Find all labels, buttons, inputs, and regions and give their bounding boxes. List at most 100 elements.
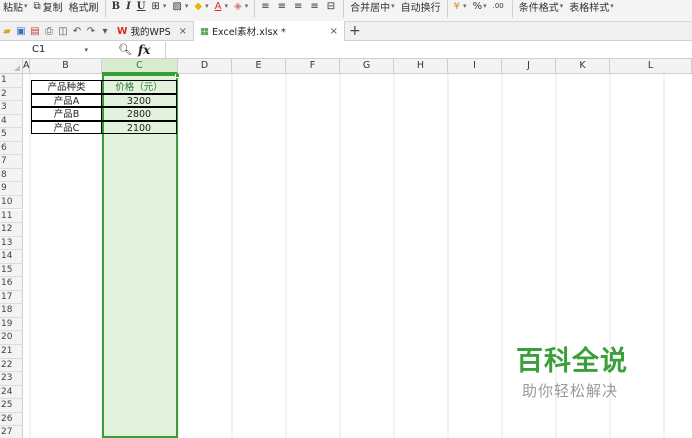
row-header-10[interactable]: 10 [0, 195, 23, 210]
percent-button[interactable]: % [470, 0, 490, 12]
column-header-b[interactable]: B [30, 59, 102, 74]
bold-button[interactable]: B [109, 0, 123, 12]
column-header-c[interactable]: C [102, 59, 178, 74]
formula-bar: C1 ▾ 🔍︎ fx [0, 41, 692, 59]
row-header-15[interactable]: 15 [0, 263, 23, 278]
align-center-button[interactable]: ≡ [275, 0, 291, 12]
select-all-corner[interactable] [0, 59, 23, 74]
align-left-button[interactable]: ≡ [258, 0, 274, 12]
column-header-l[interactable]: L [610, 59, 692, 74]
cell-c4[interactable]: 2800 [101, 107, 177, 121]
column-header-j[interactable]: J [502, 59, 556, 74]
wps-logo-icon: W [117, 25, 128, 37]
align-right-icon: ≡ [293, 0, 303, 12]
column-header-h[interactable]: H [394, 59, 448, 74]
row-header-4[interactable]: 4 [0, 114, 23, 129]
row-header-2[interactable]: 2 [0, 87, 23, 102]
row-header-7[interactable]: 7 [0, 155, 23, 169]
row-header-23[interactable]: 23 [0, 372, 23, 386]
row-header-20[interactable]: 20 [0, 331, 23, 345]
row-header-22[interactable]: 22 [0, 358, 23, 373]
row-header-13[interactable]: 13 [0, 236, 23, 251]
formula-tools: 🔍︎ fx [91, 43, 165, 57]
redo-icon[interactable]: ↷ [85, 24, 97, 38]
save-icon[interactable]: ▣ [15, 24, 27, 38]
row-header-1[interactable]: 1 [0, 74, 23, 88]
formula-input[interactable] [165, 41, 692, 58]
chevron-down-icon[interactable]: ▾ [84, 46, 88, 54]
distribute-icon: ⊟ [326, 0, 336, 12]
font-color-button[interactable]: A [212, 0, 231, 12]
tab-bar: ▰ ▣ ▤ ⎙ ◫ ↶ ↷ ▾ W 我的WPS × ▦ Excel素材.xlsx… [0, 21, 692, 41]
ribbon-divider [343, 0, 345, 18]
cell-c2[interactable]: 价格（元） [101, 80, 177, 94]
cell-b5[interactable]: 产品C [31, 120, 102, 135]
ribbon-divider [511, 0, 513, 18]
ribbon: 粘贴 ⧉复制 格式刷 B I U ⊞ ▨ ◆ A ◈ ≡ ≡ ≡ ≡ ⊟ 合并居… [0, 0, 692, 22]
copy-icon: ⧉ [33, 0, 41, 12]
zoom-icon[interactable]: 🔍︎ [118, 43, 132, 56]
row-header-3[interactable]: 3 [0, 101, 23, 115]
cell-c3[interactable]: 3200 [101, 93, 177, 108]
preview-icon[interactable]: ◫ [57, 24, 69, 38]
distribute-button[interactable]: ⊟ [324, 0, 340, 12]
row-header-9[interactable]: 9 [0, 182, 23, 196]
row-header-14[interactable]: 14 [0, 250, 23, 264]
row-header-6[interactable]: 6 [0, 141, 23, 156]
row-header-26[interactable]: 26 [0, 412, 23, 427]
row-header-12[interactable]: 12 [0, 223, 23, 237]
clear-button[interactable]: ◈ [231, 0, 251, 12]
column-header-k[interactable]: K [556, 59, 610, 74]
cell-b3[interactable]: 产品A [31, 93, 102, 108]
table-style-button[interactable]: 表格样式 [566, 0, 617, 14]
undo-icon[interactable]: ↶ [71, 24, 83, 38]
justify-button[interactable]: ≡ [307, 0, 323, 12]
name-box[interactable]: C1 ▾ [0, 42, 91, 58]
column-header-i[interactable]: I [448, 59, 502, 74]
row-header-24[interactable]: 24 [0, 385, 23, 400]
cond-format-button[interactable]: 条件格式 [516, 0, 567, 14]
wrap-text-button[interactable]: 自动换行 [398, 0, 444, 14]
fill-style-button[interactable]: ▨ [169, 0, 191, 12]
close-icon[interactable]: × [330, 26, 338, 37]
row-header-11[interactable]: 11 [0, 209, 23, 224]
export-icon[interactable]: ▤ [29, 24, 41, 38]
format-painter-button[interactable]: 格式刷 [66, 0, 102, 14]
print-icon[interactable]: ⎙ [43, 24, 55, 38]
paste-button[interactable]: 粘贴 [0, 0, 31, 14]
cell-b4[interactable]: 产品B [31, 107, 102, 121]
row-header-18[interactable]: 18 [0, 304, 23, 318]
row-header-21[interactable]: 21 [0, 345, 23, 359]
customize-icon[interactable]: ▾ [99, 24, 111, 38]
tab-wps-home[interactable]: W 我的WPS × [111, 22, 193, 41]
number-format-button[interactable]: ¥ [451, 0, 470, 12]
border-button[interactable]: ⊞ [149, 0, 170, 12]
row-header-5[interactable]: 5 [0, 128, 23, 142]
decimal-button[interactable]: .00 [490, 0, 509, 12]
underline-button[interactable]: U [134, 0, 149, 12]
column-header-g[interactable]: G [340, 59, 394, 74]
row-header-25[interactable]: 25 [0, 399, 23, 413]
fill-color-button[interactable]: ◆ [191, 0, 211, 12]
row-header-17[interactable]: 17 [0, 290, 23, 305]
tab-excel-document[interactable]: ▦ Excel素材.xlsx * × [193, 21, 346, 41]
fill-color-icon: ◆ [194, 0, 203, 12]
merge-center-button[interactable]: 合并居中 [347, 0, 398, 14]
cell-b2[interactable]: 产品种类 [31, 80, 102, 94]
column-header-d[interactable]: D [178, 59, 232, 74]
italic-button[interactable]: I [123, 0, 134, 12]
row-header-16[interactable]: 16 [0, 277, 23, 291]
row-header-8[interactable]: 8 [0, 168, 23, 183]
copy-button[interactable]: ⧉ 复制 [31, 0, 66, 14]
close-icon[interactable]: × [179, 26, 187, 37]
new-tab-button[interactable]: + [349, 23, 361, 39]
column-header-a[interactable]: A [23, 59, 30, 74]
column-header-f[interactable]: F [286, 59, 340, 74]
cell-c5[interactable]: 2100 [101, 120, 177, 135]
open-icon[interactable]: ▰ [1, 24, 13, 38]
row-header-27[interactable]: 27 [0, 426, 23, 438]
row-header-19[interactable]: 19 [0, 317, 23, 332]
align-right-button[interactable]: ≡ [291, 0, 307, 12]
fx-icon[interactable]: fx [138, 43, 150, 57]
column-header-e[interactable]: E [232, 59, 286, 74]
